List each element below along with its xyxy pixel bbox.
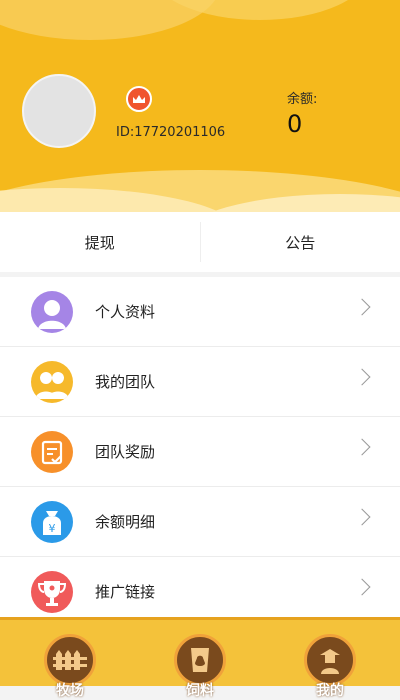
menu-item-label: 个人资料: [95, 301, 155, 322]
nav-label-feed[interactable]: 饲料: [186, 680, 214, 700]
action-tabs: 提现 公告: [0, 212, 400, 272]
balance-label: 余额:: [287, 88, 317, 107]
profile-header: ID:17720201106 余额: 0: [0, 0, 400, 212]
menu-item-balance-detail[interactable]: ¥ 余额明细: [0, 487, 400, 557]
chevron-right-icon: [354, 439, 371, 456]
tab-withdraw[interactable]: 提现: [0, 212, 200, 272]
trophy-icon: [31, 571, 73, 613]
team-icon: [31, 361, 73, 403]
svg-text:¥: ¥: [49, 522, 56, 535]
nav-label-ranch[interactable]: 牧场: [56, 680, 84, 700]
menu-item-label: 余额明细: [95, 511, 155, 532]
chevron-right-icon: [354, 299, 371, 316]
chevron-right-icon: [354, 369, 371, 386]
menu-item-reward[interactable]: 团队奖励: [0, 417, 400, 487]
menu-list: 个人资料 我的团队 团队奖励 ¥ 余额明细 推广链接: [0, 277, 400, 627]
menu-item-team[interactable]: 我的团队: [0, 347, 400, 417]
reward-icon: [31, 431, 73, 473]
avatar[interactable]: [22, 74, 96, 148]
farmer-icon[interactable]: [304, 634, 356, 686]
menu-item-label: 推广链接: [95, 581, 155, 602]
feed-bag-icon[interactable]: [174, 634, 226, 686]
bottom-nav: 牧场 饲料 我的: [0, 617, 400, 686]
user-id: ID:17720201106: [116, 125, 225, 140]
money-bag-icon: ¥: [31, 501, 73, 543]
balance-value: 0: [287, 110, 302, 138]
menu-item-label: 团队奖励: [95, 441, 155, 462]
chevron-right-icon: [354, 509, 371, 526]
fence-icon[interactable]: [44, 634, 96, 686]
nav-label-mine[interactable]: 我的: [316, 680, 344, 700]
crown-icon: [126, 86, 152, 112]
tab-announcement[interactable]: 公告: [201, 212, 400, 272]
person-icon: [31, 291, 73, 333]
chevron-right-icon: [354, 579, 371, 596]
menu-item-label: 我的团队: [95, 371, 155, 392]
menu-item-profile[interactable]: 个人资料: [0, 277, 400, 347]
